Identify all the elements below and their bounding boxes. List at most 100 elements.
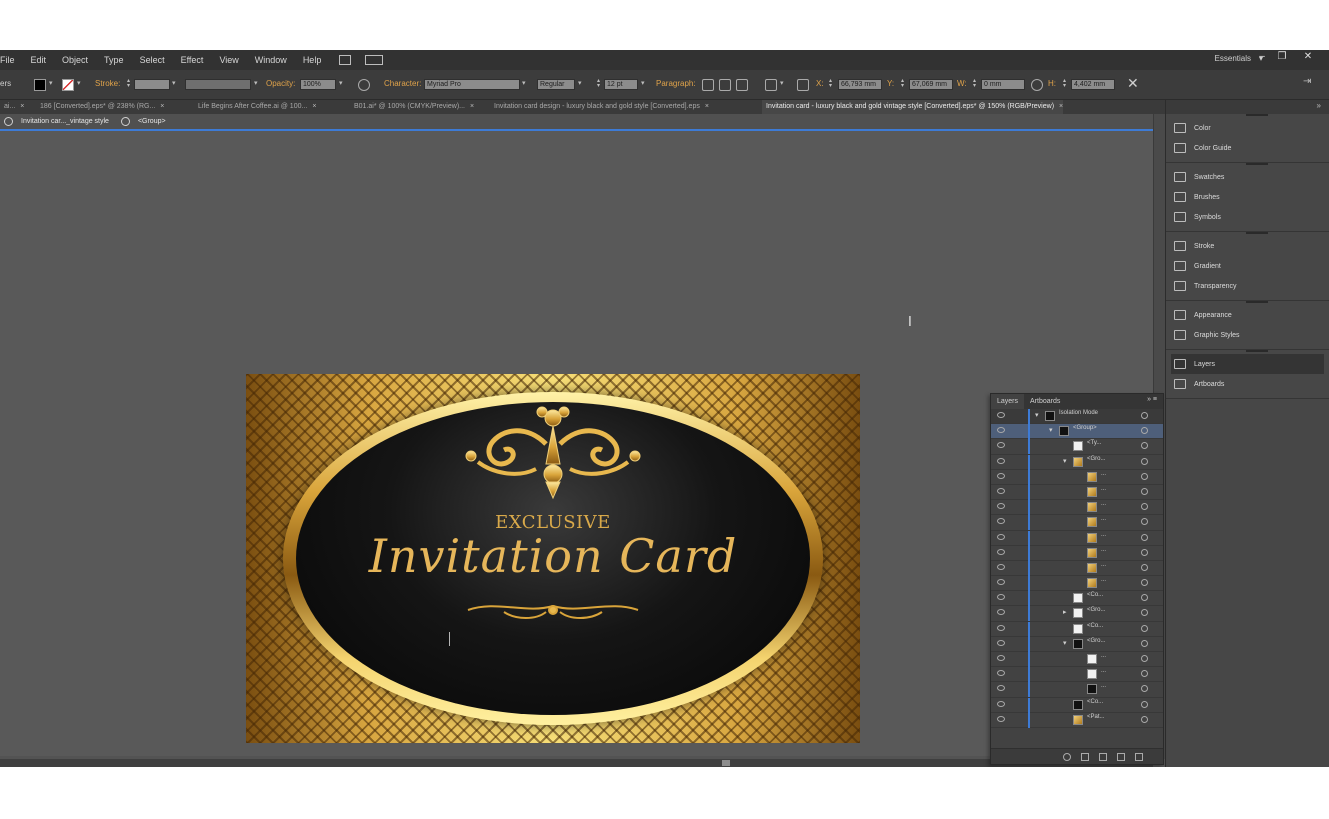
restore-button[interactable]: ❐ — [1274, 51, 1290, 63]
stroke-weight-field[interactable] — [134, 79, 170, 90]
fill-swatch[interactable] — [34, 79, 46, 91]
collapse-dock-icon[interactable]: » — [1317, 101, 1321, 110]
layer-row[interactable]: <Pat... — [991, 712, 1163, 728]
align-objects-caret-icon[interactable]: ▾ — [780, 79, 784, 87]
visibility-eye-icon[interactable] — [997, 655, 1005, 661]
horizontal-scroll-thumb[interactable] — [722, 760, 730, 766]
document-tab[interactable]: ai... × — [0, 100, 24, 114]
target-circle-icon[interactable] — [1141, 442, 1148, 450]
variable-width-profile-field[interactable] — [185, 79, 251, 90]
opacity-label[interactable]: Opacity: — [266, 79, 295, 88]
document-tab[interactable]: B01.ai* @ 100% (CMYK/Preview)... × — [350, 100, 474, 114]
document-tab[interactable]: Life Begins After Coffee.ai @ 100... × — [194, 100, 316, 114]
layer-row[interactable]: ▾ <Group> — [991, 424, 1163, 440]
visibility-eye-icon[interactable] — [997, 503, 1005, 510]
layer-row[interactable]: ... — [991, 682, 1163, 698]
layer-row[interactable]: ... — [991, 667, 1163, 683]
tab-close-icon[interactable]: × — [470, 103, 474, 110]
menu-view[interactable]: View — [211, 55, 246, 65]
tab-artboards[interactable]: Artboards — [1024, 394, 1066, 409]
visibility-eye-icon[interactable] — [997, 548, 1005, 555]
visibility-eye-icon[interactable] — [997, 609, 1005, 616]
layer-name[interactable]: <Gro... — [1087, 607, 1106, 613]
target-circle-icon[interactable] — [1141, 518, 1148, 526]
reference-point-icon[interactable] — [797, 79, 809, 91]
layer-name[interactable]: <Pat... — [1087, 714, 1105, 720]
minimize-button[interactable]: – — [1254, 51, 1270, 63]
stroke-weight-caret-icon[interactable]: ▾ — [172, 79, 176, 87]
card-title[interactable]: Invitation Card — [246, 529, 860, 583]
align-center-icon[interactable] — [719, 79, 731, 91]
create-sublayer-icon[interactable] — [1099, 753, 1107, 761]
target-circle-icon[interactable] — [1141, 487, 1148, 495]
layer-row[interactable]: <Ty... — [991, 439, 1163, 455]
layer-name[interactable]: ... — [1101, 668, 1106, 674]
target-circle-icon[interactable] — [1141, 624, 1148, 632]
font-family-caret-icon[interactable]: ▾ — [522, 79, 526, 87]
x-field[interactable]: 66,793 mm — [838, 79, 882, 90]
horizontal-scrollbar[interactable] — [0, 759, 1153, 767]
tab-close-icon[interactable]: × — [160, 103, 164, 110]
breadcrumb-item-group[interactable]: <Group> — [138, 118, 166, 125]
target-circle-icon[interactable] — [1141, 700, 1148, 708]
layer-name[interactable]: ... — [1101, 501, 1106, 507]
visibility-eye-icon[interactable] — [997, 594, 1005, 601]
profile-caret-icon[interactable]: ▾ — [254, 79, 258, 87]
layer-row[interactable]: ... — [991, 515, 1163, 531]
layer-name[interactable]: Isolation Mode — [1059, 410, 1098, 416]
layer-row[interactable]: ... — [991, 500, 1163, 516]
target-circle-icon[interactable] — [1141, 670, 1148, 678]
bridge-icon[interactable] — [339, 55, 352, 65]
paragraph-label[interactable]: Paragraph: — [656, 79, 696, 88]
layer-name[interactable]: ... — [1101, 683, 1106, 689]
font-size-caret-icon[interactable]: ▾ — [641, 79, 645, 87]
target-circle-icon[interactable] — [1141, 427, 1148, 435]
layer-name[interactable]: <Gro... — [1087, 456, 1106, 462]
expand-toggle-icon[interactable]: ▾ — [1049, 426, 1053, 434]
target-circle-icon[interactable] — [1141, 503, 1148, 511]
target-circle-icon[interactable] — [1141, 639, 1148, 647]
visibility-eye-icon[interactable] — [997, 685, 1005, 692]
dock-item-color[interactable]: Color — [1166, 118, 1329, 138]
transform-icon[interactable]: ✕ — [1127, 75, 1139, 92]
target-circle-icon[interactable] — [1141, 472, 1148, 480]
dock-item-appearance[interactable]: Appearance — [1166, 305, 1329, 325]
stroke-swatch[interactable] — [62, 79, 74, 91]
group-grip[interactable] — [1246, 163, 1268, 165]
layer-name[interactable]: <Gro... — [1087, 638, 1106, 644]
layer-name[interactable]: <Co... — [1087, 592, 1103, 598]
expand-toggle-icon[interactable]: ▾ — [1063, 639, 1067, 647]
target-circle-icon[interactable] — [1141, 563, 1148, 571]
dock-item-symbols[interactable]: Symbols — [1166, 207, 1329, 227]
layer-name[interactable]: ... — [1101, 516, 1106, 522]
menu-object[interactable]: Object — [54, 55, 96, 65]
w-stepper-icon[interactable]: ▴ ▾ — [973, 78, 978, 89]
layer-name[interactable]: ... — [1101, 562, 1106, 568]
layer-name[interactable]: <Co... — [1087, 699, 1103, 705]
group-grip[interactable] — [1246, 350, 1268, 352]
visibility-eye-icon[interactable] — [997, 563, 1005, 570]
panel-options-icon[interactable]: ⇥ — [1303, 76, 1311, 87]
visibility-eye-icon[interactable] — [997, 442, 1005, 449]
layer-name[interactable]: ... — [1101, 486, 1106, 492]
menu-type[interactable]: Type — [96, 55, 132, 65]
close-button[interactable]: ✕ — [1300, 51, 1316, 63]
menu-effect[interactable]: Effect — [173, 55, 212, 65]
target-circle-icon[interactable] — [1141, 594, 1148, 602]
expand-toggle-icon[interactable]: ▸ — [1063, 608, 1067, 616]
visibility-eye-icon[interactable] — [997, 427, 1005, 434]
layer-name[interactable]: <Ty... — [1087, 440, 1101, 446]
stroke-color-caret-icon[interactable]: ▾ — [77, 79, 81, 87]
recolor-icon[interactable] — [358, 79, 370, 91]
visibility-eye-icon[interactable] — [997, 670, 1005, 677]
breadcrumb-item-layer[interactable]: Invitation car..._vintage style — [21, 118, 109, 125]
target-circle-icon[interactable] — [1141, 579, 1148, 587]
dock-item-transparency[interactable]: Transparency — [1166, 276, 1329, 296]
panel-menu-icon[interactable]: » ≡ — [1147, 396, 1157, 403]
target-circle-icon[interactable] — [1141, 655, 1148, 662]
stroke-stepper-icon[interactable]: ▴ ▾ — [127, 78, 132, 89]
align-left-icon[interactable] — [702, 79, 714, 91]
layer-row[interactable]: ... — [991, 560, 1163, 577]
fill-caret-icon[interactable]: ▾ — [49, 79, 53, 87]
layer-row[interactable]: ... — [991, 545, 1163, 561]
